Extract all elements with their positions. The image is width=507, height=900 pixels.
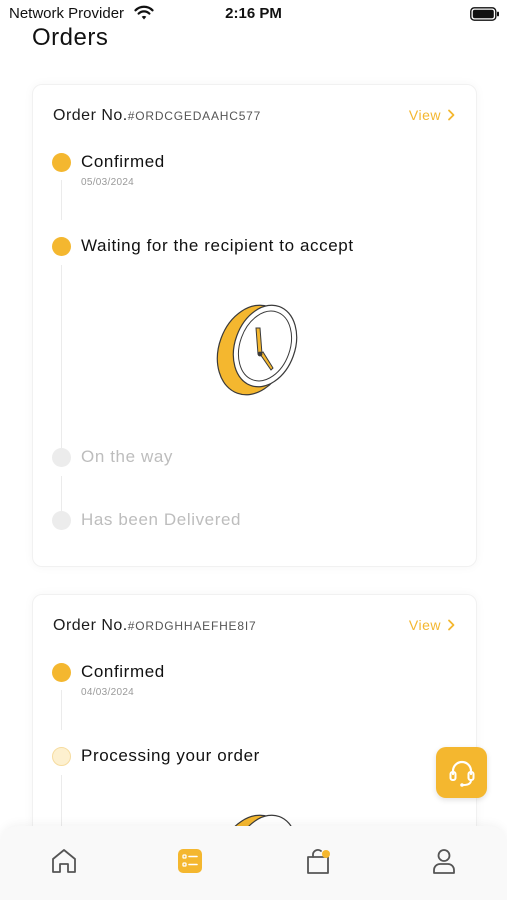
page-title: Orders: [32, 24, 109, 51]
step-date: 04/03/2024: [81, 687, 135, 698]
timeline-step: Has been Delivered: [52, 510, 464, 550]
step-status-dot: [52, 448, 71, 467]
view-label: View: [408, 107, 441, 123]
orders-list[interactable]: Order No.#ORDCGEDAAHC577 View Confirmed …: [0, 70, 507, 826]
timeline-step: Processing your order: [52, 746, 464, 786]
cart-icon[interactable]: [303, 846, 333, 876]
order-id: #ORDGHHAEFHE8I7: [127, 619, 257, 633]
step-status-dot: [52, 747, 71, 766]
step-title: Processing your order: [81, 746, 260, 765]
order-id: #ORDCGEDAAHC577: [127, 109, 262, 123]
headset-icon: [449, 760, 475, 787]
step-date: 05/03/2024: [81, 177, 135, 188]
clock-illustration: [216, 814, 298, 826]
orders-icon[interactable]: [175, 846, 205, 876]
view-label: View: [408, 617, 441, 633]
timeline-step: Confirmed 05/03/2024: [52, 152, 464, 192]
battery-icon: [470, 7, 499, 21]
timeline-step: Confirmed 04/03/2024: [52, 662, 464, 702]
step-title: On the way: [81, 447, 173, 466]
step-title: Confirmed: [81, 662, 165, 681]
home-icon[interactable]: [49, 846, 79, 876]
timeline-connector: [61, 265, 62, 450]
step-status-dot: [52, 663, 71, 682]
profile-icon[interactable]: [429, 846, 459, 876]
chevron-right-icon: [448, 109, 455, 121]
order-header: Order No.#ORDCGEDAAHC577 View: [53, 107, 456, 129]
timeline-step: Waiting for the recipient to accept: [52, 236, 464, 276]
timeline-step: On the way: [52, 447, 464, 487]
step-status-dot: [52, 511, 71, 530]
clock-illustration: [216, 304, 298, 396]
status-time: 2:16 PM: [225, 5, 282, 22]
view-order-button[interactable]: View: [409, 107, 456, 123]
step-title: Confirmed: [81, 152, 165, 171]
step-title: Waiting for the recipient to accept: [81, 236, 354, 255]
step-status-dot: [52, 153, 71, 172]
bottom-tab-bar: [0, 826, 507, 900]
view-order-button[interactable]: View: [409, 617, 456, 633]
step-status-dot: [52, 237, 71, 256]
order-number-label: Order No.: [53, 617, 128, 634]
order-card: Order No.#ORDGHHAEFHE8I7 View Confirmed …: [32, 594, 477, 826]
order-card: Order No.#ORDCGEDAAHC577 View Confirmed …: [32, 84, 477, 567]
chevron-right-icon: [448, 619, 455, 631]
order-header: Order No.#ORDGHHAEFHE8I7 View: [53, 617, 456, 639]
order-number-label: Order No.: [53, 107, 128, 124]
support-button[interactable]: [436, 747, 487, 798]
step-title: Has been Delivered: [81, 510, 242, 529]
